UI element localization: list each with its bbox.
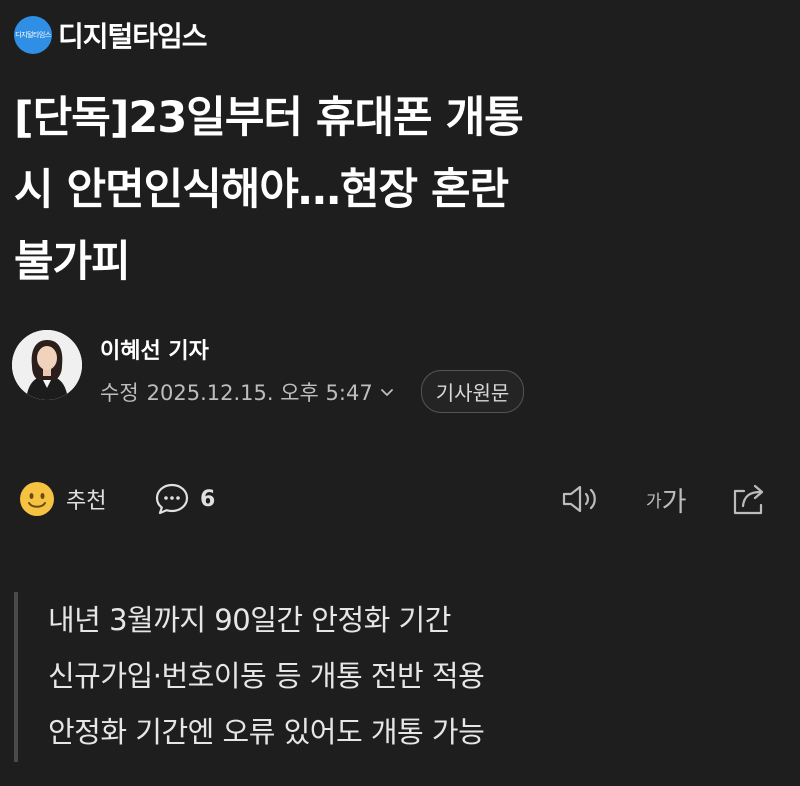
headline-line: 불가피 <box>14 237 131 287</box>
brand-logo[interactable]: 디지털타임스 <box>14 16 52 54</box>
share-button[interactable] <box>730 476 770 522</box>
speaker-icon <box>562 485 596 513</box>
font-size-small-label: 가 <box>646 491 662 512</box>
author-block: 이혜선 기자 수정 2025.12.15. 오후 5:47 기사원문 <box>10 330 710 413</box>
article-headline: [단독]23일부터 휴대폰 개통 시 안면인식해야…현장 혼란 불가피 <box>14 82 754 298</box>
recommend-button[interactable]: 추천 <box>18 476 106 522</box>
author-photo <box>12 330 82 400</box>
brand-name[interactable]: 디지털타임스 <box>58 15 208 55</box>
recommend-label: 추천 <box>66 489 107 514</box>
comment-count: 6 <box>200 486 216 512</box>
article-datetime: 2025.12.15. 오후 5:47 <box>146 380 373 405</box>
brand-logo-text: 디지털타임스 <box>15 31 51 39</box>
summary-line: 신규가입·번호이동 등 개통 전반 적용 <box>48 659 485 693</box>
smiley-icon <box>20 482 54 516</box>
comment-bubble-icon <box>155 483 189 515</box>
headline-line: [단독]23일부터 휴대폰 개통 <box>14 93 524 143</box>
font-size-big-label: 가 <box>661 486 687 518</box>
share-icon <box>733 484 764 515</box>
headline-line: 시 안면인식해야…현장 혼란 <box>14 165 509 215</box>
article-action-bar: 추천 6 가가 <box>18 476 778 522</box>
author-name[interactable]: 이혜선 기자 <box>100 333 209 365</box>
summary-line: 안정화 기간엔 오류 있어도 개통 가능 <box>48 715 485 749</box>
font-size-button[interactable]: 가가 <box>646 476 686 522</box>
top-bar: 디지털타임스 디지털타임스 <box>14 14 208 56</box>
chevron-down-icon[interactable] <box>379 384 395 400</box>
original-article-button[interactable]: 기사원문 <box>420 370 525 413</box>
author-avatar[interactable] <box>12 330 82 400</box>
comment-button[interactable]: 6 <box>154 476 215 522</box>
article-summary: 내년 3월까지 90일간 안정화 기간 신규가입·번호이동 등 개통 전반 적용… <box>14 592 748 762</box>
listen-button[interactable] <box>560 476 602 522</box>
article-meta: 수정 2025.12.15. 오후 5:47 기사원문 <box>100 370 525 413</box>
modified-label: 수정 <box>100 380 139 405</box>
summary-line: 내년 3월까지 90일간 안정화 기간 <box>48 603 451 637</box>
